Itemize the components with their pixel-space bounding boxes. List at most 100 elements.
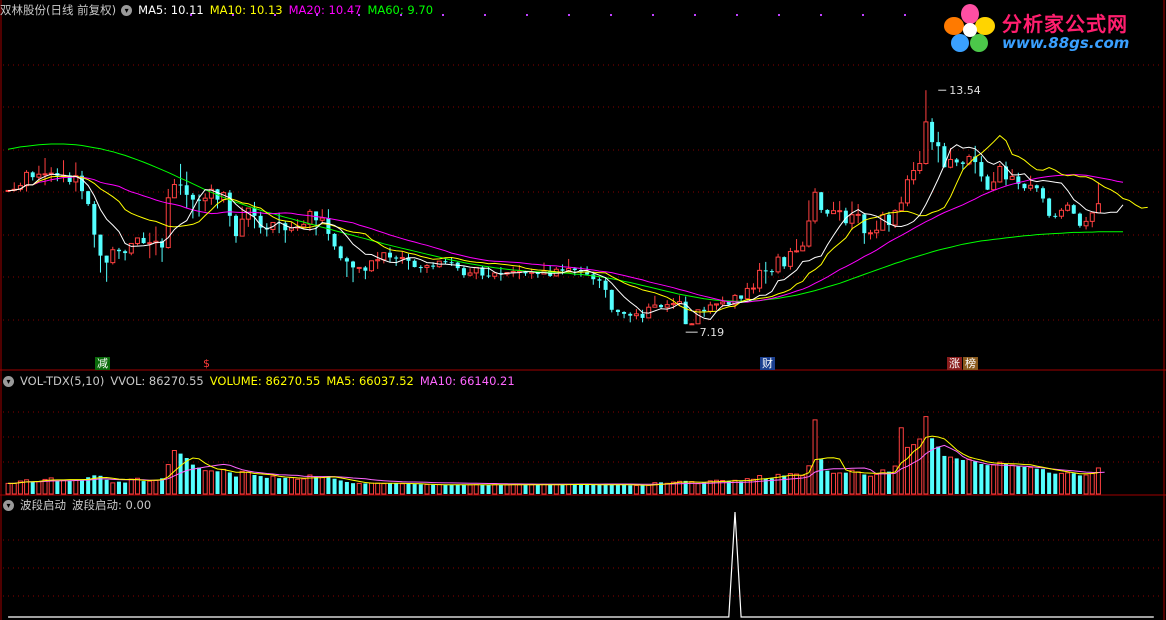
top-tick bbox=[526, 14, 528, 16]
event-tag-limit-up[interactable]: 涨 bbox=[947, 357, 962, 370]
volume-bar bbox=[363, 483, 368, 494]
chevron-down-icon[interactable]: ▾ bbox=[3, 376, 14, 387]
candle-body bbox=[1028, 184, 1034, 189]
volume-bar bbox=[1022, 466, 1027, 494]
candle-body bbox=[707, 304, 713, 312]
volume-bar bbox=[510, 484, 516, 495]
candle-body bbox=[351, 261, 356, 268]
volume-bar bbox=[702, 482, 707, 494]
stock-chart-canvas[interactable]: 13.54 7.19 bbox=[0, 0, 1166, 620]
volume-bar bbox=[553, 484, 559, 495]
volume-bar bbox=[757, 475, 763, 495]
candle-body bbox=[597, 279, 602, 281]
volume-bar bbox=[867, 475, 873, 495]
candle-body bbox=[898, 202, 904, 212]
event-tag-ranking[interactable]: 榜 bbox=[963, 357, 978, 370]
volume-bar bbox=[787, 473, 793, 495]
volume-bar bbox=[1040, 469, 1045, 494]
volume-bar bbox=[560, 484, 565, 494]
event-tag-dollar[interactable]: $ bbox=[201, 357, 212, 370]
candle-body bbox=[720, 301, 726, 305]
volume-bar bbox=[480, 484, 485, 494]
volume-bar bbox=[1009, 464, 1015, 495]
volume-bar bbox=[1047, 472, 1052, 494]
volume-bar bbox=[134, 477, 140, 495]
candle-body bbox=[628, 313, 633, 316]
volume-bar bbox=[128, 478, 134, 495]
candle-body bbox=[461, 268, 466, 276]
volume-bar bbox=[314, 476, 319, 494]
volume-bar bbox=[1004, 464, 1008, 494]
event-tag-finance[interactable]: 财 bbox=[760, 357, 775, 370]
volume-bar bbox=[548, 484, 553, 494]
volume-bar bbox=[633, 484, 639, 495]
candle-body bbox=[1009, 175, 1015, 180]
candle-body bbox=[486, 275, 491, 277]
volume-bar bbox=[541, 483, 547, 495]
candle-body bbox=[880, 214, 886, 231]
candle-body bbox=[670, 303, 676, 306]
candle-body bbox=[443, 261, 448, 263]
candle-body bbox=[1034, 185, 1039, 189]
candle-body bbox=[750, 287, 756, 290]
indicator-series-line bbox=[8, 511, 1154, 618]
logo-url: www.88gs.com bbox=[1002, 34, 1130, 52]
candle-body bbox=[911, 170, 917, 181]
volume-bar bbox=[516, 484, 522, 495]
volume-bar bbox=[997, 461, 1003, 495]
candle-body bbox=[739, 295, 744, 299]
volume-bar bbox=[11, 482, 17, 495]
volume-bar bbox=[264, 477, 269, 494]
volume-bar bbox=[782, 475, 787, 494]
candle-body bbox=[825, 209, 830, 214]
event-tag-reduce[interactable]: 减 bbox=[95, 357, 110, 370]
volume-bar bbox=[486, 484, 491, 494]
candle-body bbox=[787, 251, 793, 267]
candle-body bbox=[979, 162, 984, 177]
candle-body bbox=[1040, 188, 1045, 199]
volume-bar bbox=[252, 475, 257, 494]
volume-bar bbox=[147, 480, 153, 495]
volume-bar bbox=[904, 446, 910, 495]
volume-bar bbox=[215, 471, 220, 494]
candle-body bbox=[344, 258, 349, 262]
indicator-line bbox=[8, 511, 1154, 618]
ma5-line bbox=[8, 144, 1124, 320]
volume-bar bbox=[603, 484, 608, 494]
volume-bar bbox=[837, 472, 843, 495]
volume-bar bbox=[973, 461, 978, 494]
volume-bar bbox=[1095, 467, 1101, 495]
volume-bar bbox=[948, 456, 954, 495]
candle-body bbox=[702, 309, 707, 312]
volume-bar bbox=[831, 472, 837, 495]
candle-body bbox=[98, 234, 103, 256]
candle-body bbox=[837, 210, 843, 213]
volume-bar bbox=[473, 484, 479, 495]
chevron-down-icon[interactable]: ▾ bbox=[3, 500, 14, 511]
volume-bar bbox=[258, 476, 263, 494]
candle-body bbox=[449, 262, 454, 264]
candle-body bbox=[431, 265, 436, 267]
volume-bar bbox=[141, 481, 146, 494]
candle-body bbox=[800, 245, 806, 252]
volume-bar bbox=[245, 471, 251, 495]
chevron-down-icon[interactable]: ▾ bbox=[121, 5, 133, 16]
candle-body bbox=[42, 173, 48, 176]
ma5-readout: MA5: 10.11 bbox=[138, 3, 204, 17]
candle-body bbox=[319, 217, 325, 221]
volume-bar bbox=[1053, 473, 1058, 494]
volume-bar bbox=[615, 484, 620, 494]
panel-borders bbox=[0, 0, 1166, 620]
volume-bar bbox=[461, 484, 466, 494]
candle-body bbox=[954, 159, 959, 163]
volume-bar bbox=[344, 481, 349, 494]
volume-bar bbox=[326, 476, 331, 494]
volume-bar bbox=[646, 484, 652, 495]
volume-bar bbox=[369, 482, 375, 495]
candle-body bbox=[134, 237, 140, 244]
volume-bar bbox=[1077, 475, 1082, 494]
candle-body bbox=[314, 211, 319, 221]
candlestick-series bbox=[5, 90, 1101, 326]
top-tick bbox=[442, 14, 444, 16]
indicator-header: ▾ 波段启动 波段启动: 0.00 bbox=[0, 496, 157, 514]
